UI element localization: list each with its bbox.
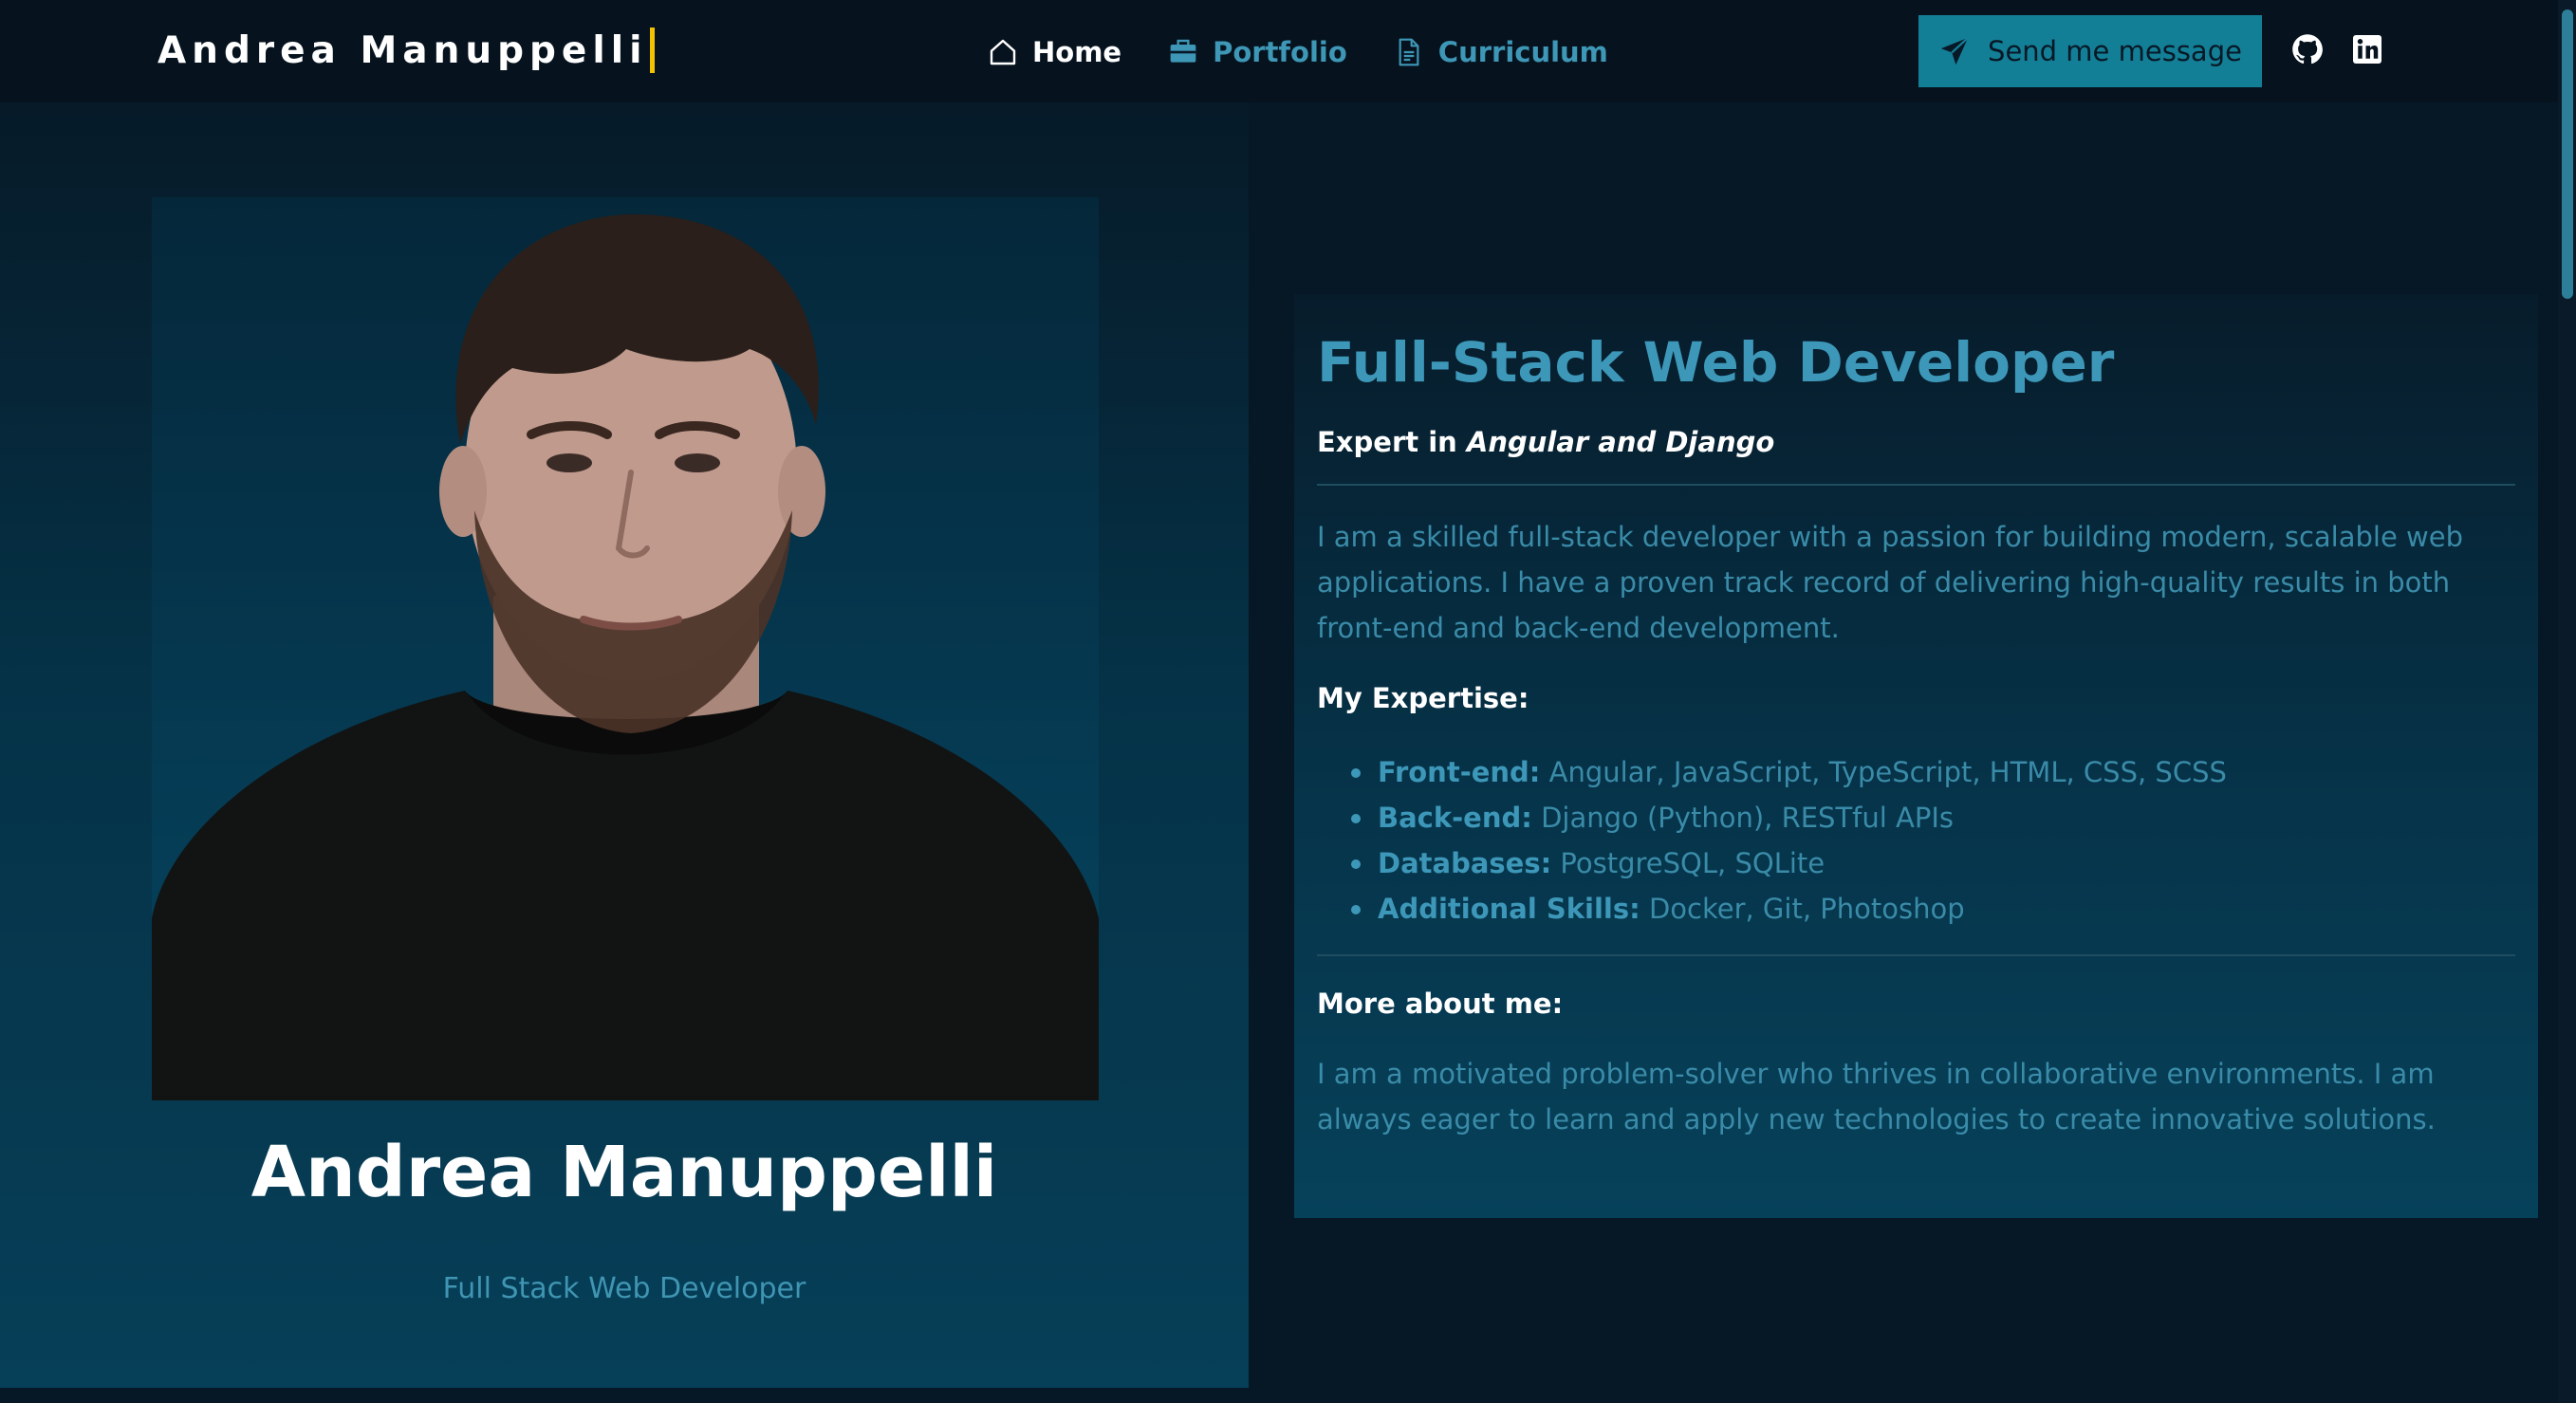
nav-portfolio-link[interactable]: Portfolio bbox=[1167, 36, 1347, 68]
nav-curriculum-label: Curriculum bbox=[1437, 36, 1608, 68]
bullet-icon bbox=[1351, 814, 1361, 823]
list-item: Databases: PostgreSQL, SQLite bbox=[1351, 840, 2515, 886]
divider bbox=[1317, 954, 2515, 956]
main-nav: Home Portfolio Curriculum bbox=[987, 28, 1654, 76]
document-icon bbox=[1393, 36, 1425, 68]
skill-value: Angular, JavaScript, TypeScript, HTML, C… bbox=[1540, 756, 2227, 788]
brand-name: Andrea Manuppelli bbox=[158, 28, 648, 72]
about-card: Full-Stack Web Developer Expert in Angul… bbox=[1294, 294, 2538, 1218]
skill-label: Front-end: bbox=[1378, 756, 1541, 788]
list-item: Front-end: Angular, JavaScript, TypeScri… bbox=[1351, 749, 2515, 795]
card-subtitle-emphasis: Angular and Django bbox=[1466, 426, 1775, 458]
bullet-icon bbox=[1351, 859, 1361, 869]
intro-paragraph: I am a skilled full-stack developer with… bbox=[1317, 521, 2463, 644]
home-icon bbox=[987, 36, 1019, 68]
card-title: Full-Stack Web Developer bbox=[1317, 330, 2115, 395]
expertise-heading: My Expertise: bbox=[1317, 682, 1529, 714]
list-item: Back-end: Django (Python), RESTful APIs bbox=[1351, 795, 2515, 840]
scrollbar-thumb[interactable] bbox=[2562, 9, 2573, 299]
briefcase-icon bbox=[1167, 36, 1199, 68]
nav-portfolio-label: Portfolio bbox=[1213, 36, 1347, 68]
skill-value: Docker, Git, Photoshop bbox=[1640, 893, 1965, 925]
profile-role: Full Stack Web Developer bbox=[442, 1272, 806, 1305]
github-icon bbox=[2290, 32, 2325, 70]
bullet-icon bbox=[1351, 768, 1361, 778]
skill-value: Django (Python), RESTful APIs bbox=[1531, 802, 1955, 834]
linkedin-link[interactable] bbox=[2348, 32, 2386, 70]
send-message-button[interactable]: Send me message bbox=[1918, 15, 2262, 87]
brand-logo[interactable]: Andrea Manuppelli bbox=[158, 23, 655, 78]
linkedin-icon bbox=[2350, 32, 2384, 70]
paper-plane-icon bbox=[1938, 35, 1971, 67]
navbar: Andrea Manuppelli Home Portfolio Curricu… bbox=[0, 0, 2576, 102]
list-item: Additional Skills: Docker, Git, Photosho… bbox=[1351, 886, 2515, 932]
profile-photo bbox=[152, 197, 1099, 1100]
skills-list: Front-end: Angular, JavaScript, TypeScri… bbox=[1317, 749, 2515, 932]
bullet-icon bbox=[1351, 905, 1361, 914]
more-about-heading: More about me: bbox=[1317, 988, 1564, 1020]
card-subtitle: Expert in Angular and Django bbox=[1317, 423, 2515, 461]
nav-curriculum-link[interactable]: Curriculum bbox=[1393, 36, 1608, 68]
divider bbox=[1317, 484, 2515, 486]
text-cursor-caret bbox=[649, 28, 655, 73]
skill-label: Additional Skills: bbox=[1378, 893, 1640, 925]
send-message-label: Send me message bbox=[1988, 35, 2242, 67]
profile-name: Andrea Manuppelli bbox=[250, 1132, 998, 1213]
skill-label: Back-end: bbox=[1378, 802, 1532, 834]
skill-label: Databases: bbox=[1378, 847, 1552, 879]
profile-panel: Andrea Manuppelli Full Stack Web Develop… bbox=[0, 102, 1249, 1388]
more-about-paragraph: I am a motivated problem-solver who thri… bbox=[1317, 1058, 2436, 1135]
nav-home-link[interactable]: Home bbox=[987, 36, 1121, 68]
github-link[interactable] bbox=[2289, 32, 2326, 70]
skill-value: PostgreSQL, SQLite bbox=[1551, 847, 1825, 879]
nav-home-label: Home bbox=[1032, 36, 1122, 68]
card-subtitle-prefix: Expert in bbox=[1317, 426, 1467, 458]
